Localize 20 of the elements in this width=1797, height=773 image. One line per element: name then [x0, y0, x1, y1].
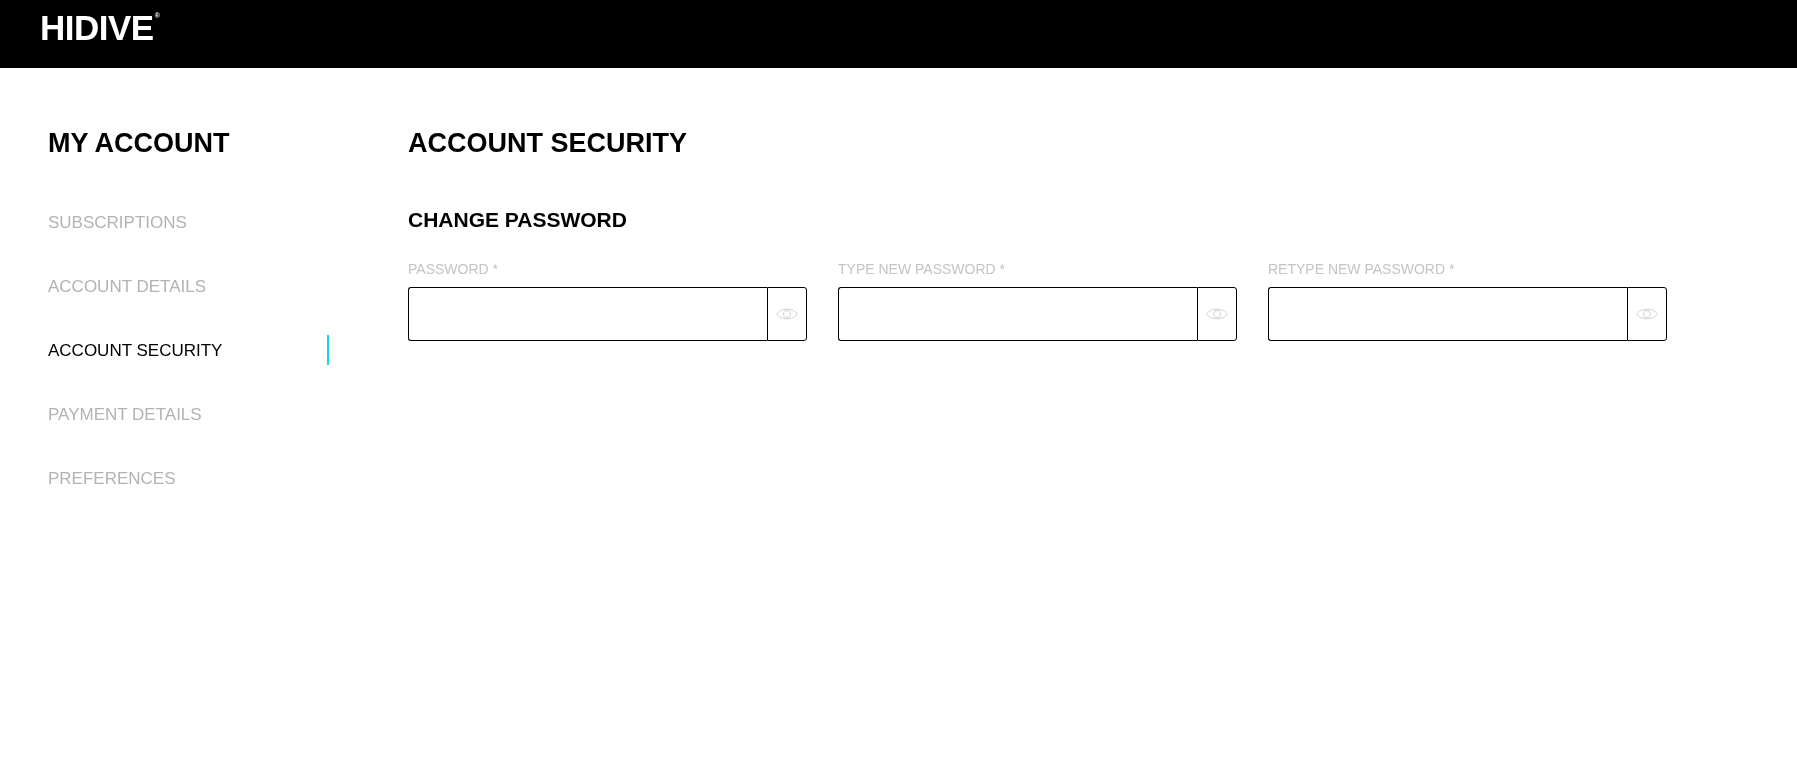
show-password-button[interactable]: [1627, 287, 1667, 341]
password-input[interactable]: [408, 287, 767, 341]
password-input[interactable]: [838, 287, 1197, 341]
sidebar-item[interactable]: SUBSCRIPTIONS: [48, 207, 329, 237]
sidebar-item[interactable]: ACCOUNT SECURITY: [48, 335, 329, 365]
sidebar-title: MY ACCOUNT: [48, 130, 231, 157]
show-password-button[interactable]: [767, 287, 807, 341]
field-label: TYPE NEW PASSWORD *: [838, 262, 1006, 276]
field-label: PASSWORD *: [408, 262, 499, 276]
field-label: RETYPE NEW PASSWORD *: [1268, 262, 1456, 276]
show-password-button[interactable]: [1197, 287, 1237, 341]
password-input[interactable]: [1268, 287, 1627, 341]
eye-icon: [1206, 307, 1228, 321]
eye-icon: [1636, 307, 1658, 321]
sidebar-item[interactable]: ACCOUNT DETAILS: [48, 271, 329, 301]
eye-icon: [776, 307, 798, 321]
sidebar-item[interactable]: PAYMENT DETAILS: [48, 399, 329, 429]
sidebar-item[interactable]: PREFERENCES: [48, 463, 329, 493]
page-title: ACCOUNT SECURITY: [408, 130, 688, 157]
section-title: CHANGE PASSWORD: [408, 209, 628, 230]
